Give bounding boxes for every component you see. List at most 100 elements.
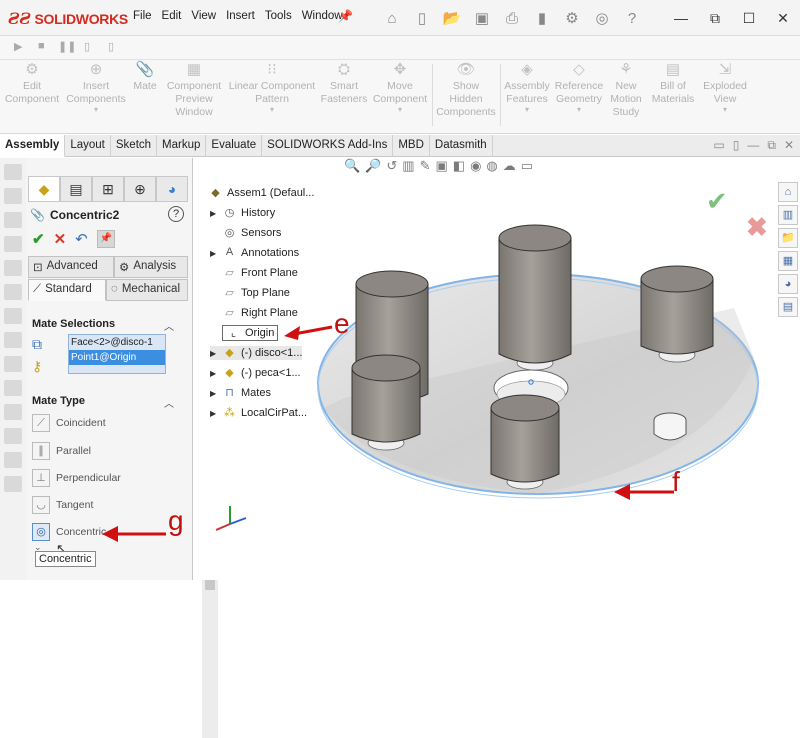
- mate-type-coincident[interactable]: ⟋ Coincident: [32, 414, 106, 432]
- menu-edit[interactable]: Edit: [157, 10, 187, 22]
- help-icon[interactable]: ?: [620, 6, 644, 30]
- tool-icon[interactable]: [4, 212, 22, 228]
- dropdown-arrow-icon[interactable]: ▾: [698, 106, 752, 114]
- ok-button[interactable]: ✔: [32, 230, 45, 248]
- new-macro-icon[interactable]: ▯: [84, 40, 90, 53]
- tab-evaluate[interactable]: Evaluate: [206, 135, 263, 157]
- edit-component-button[interactable]: ⚙ Edit Component: [2, 62, 62, 132]
- rebuild-icon[interactable]: ▮: [530, 6, 554, 30]
- dropdown-arrow-icon[interactable]: ▾: [370, 106, 430, 114]
- component-preview-button[interactable]: ▦ Component Preview Window: [162, 62, 226, 132]
- tab-mbd[interactable]: MBD: [393, 135, 430, 157]
- tool-icon[interactable]: [4, 428, 22, 444]
- new-document-icon[interactable]: ▯: [410, 6, 434, 30]
- mate-selections-header[interactable]: Mate Selections: [32, 318, 115, 330]
- view-orientation-icon[interactable]: ▣: [435, 158, 447, 174]
- expand-arrow-icon[interactable]: ▶: [210, 209, 218, 218]
- pause-macro-icon[interactable]: ❚❚: [58, 40, 76, 53]
- restore-icon[interactable]: ⧉: [698, 0, 732, 36]
- cylinder-front-center[interactable]: [490, 394, 560, 490]
- tool-icon[interactable]: [4, 236, 22, 252]
- viewport-maximize-icon[interactable]: ⧉: [767, 138, 776, 153]
- maximize-icon[interactable]: ☐: [732, 0, 766, 36]
- play-macro-icon[interactable]: ▶: [14, 40, 22, 53]
- collapse-icon[interactable]: ︿: [164, 395, 174, 410]
- mate-type-perpendicular[interactable]: ⊥ Perpendicular: [32, 469, 121, 487]
- solidworks-resources-icon[interactable]: ⌂: [778, 182, 798, 202]
- expand-arrow-icon[interactable]: ▶: [210, 249, 218, 258]
- smart-fasteners-button[interactable]: ⛭ Smart Fasteners: [318, 62, 370, 132]
- tile-icon[interactable]: ▭: [713, 138, 724, 153]
- tab-layout[interactable]: Layout: [65, 135, 111, 157]
- motion-study-button[interactable]: ⚘ New Motion Study: [606, 62, 646, 132]
- tab-addins[interactable]: SOLIDWORKS Add-Ins: [262, 135, 394, 157]
- zoom-to-area-icon[interactable]: 🔎: [365, 158, 381, 174]
- tool-icon[interactable]: [4, 476, 22, 492]
- pushpin-button[interactable]: 📌: [96, 230, 115, 248]
- previous-view-icon[interactable]: ↺: [386, 158, 397, 174]
- collapse-icon[interactable]: ︿: [164, 318, 174, 333]
- reference-geometry-button[interactable]: ◇ Reference Geometry ▾: [552, 62, 606, 132]
- appearances-icon[interactable]: ◕: [778, 274, 798, 294]
- tool-icon[interactable]: [4, 452, 22, 468]
- menu-file[interactable]: File: [128, 10, 157, 22]
- tree-item-disco[interactable]: ▶ ◆ (-) disco<1...: [210, 346, 303, 360]
- expand-arrow-icon[interactable]: ▶: [210, 389, 218, 398]
- tab-markup[interactable]: Markup: [157, 135, 207, 157]
- tree-item-top-plane[interactable]: ▱ Top Plane: [210, 286, 290, 300]
- menu-view[interactable]: View: [186, 10, 221, 22]
- assembly-features-button[interactable]: ◈ Assembly Features ▾: [502, 62, 552, 132]
- dropdown-arrow-icon[interactable]: ▾: [64, 106, 128, 114]
- property-manager-tab-icon[interactable]: ▤: [60, 176, 92, 202]
- user-icon[interactable]: ◎: [590, 6, 614, 30]
- options-icon[interactable]: ⚙: [560, 6, 584, 30]
- mate-button[interactable]: 📎 Mate: [130, 62, 160, 132]
- cylinder-front-left[interactable]: [351, 354, 421, 451]
- expand-arrow-icon[interactable]: ▶: [210, 409, 218, 418]
- feature-manager-tab-icon[interactable]: ◆: [28, 176, 60, 202]
- hide-show-items-icon[interactable]: ◉: [470, 158, 481, 174]
- selection-item[interactable]: Face<2>@disco-1: [69, 335, 165, 350]
- tab-standard[interactable]: ⟋ Standard: [28, 279, 106, 301]
- stop-macro-icon[interactable]: ■: [38, 40, 45, 52]
- edit-appearance-icon[interactable]: ◍: [486, 158, 497, 174]
- cancel-button[interactable]: ✕: [54, 230, 67, 248]
- menu-insert[interactable]: Insert: [221, 10, 260, 22]
- mate-type-tangent[interactable]: ◡ Tangent: [32, 496, 93, 514]
- file-explorer-icon[interactable]: 📁: [778, 228, 798, 248]
- tree-root[interactable]: ◆ Assem1 (Defaul...: [208, 186, 314, 200]
- show-hidden-button[interactable]: 👁 Show Hidden Components: [434, 62, 498, 132]
- dropdown-arrow-icon[interactable]: ▾: [226, 106, 318, 114]
- tree-item-peca[interactable]: ▶ ◆ (-) peca<1...: [210, 366, 301, 380]
- linear-pattern-button[interactable]: ⁝⁝ Linear Component Pattern ▾: [226, 62, 318, 132]
- move-component-button[interactable]: ✥ Move Component ▾: [370, 62, 430, 132]
- view-settings-icon[interactable]: ▭: [521, 158, 533, 174]
- insert-components-button[interactable]: ⊕ Insert Components ▾: [64, 62, 128, 132]
- dropdown-arrow-icon[interactable]: ▾: [502, 106, 552, 114]
- tree-item-localcirpattern[interactable]: ▶ ⁂ LocalCirPat...: [210, 406, 307, 420]
- tab-mechanical[interactable]: ◌ Mechanical: [106, 279, 188, 301]
- mate-type-header[interactable]: Mate Type: [32, 395, 85, 407]
- tree-item-right-plane[interactable]: ▱ Right Plane: [210, 306, 298, 320]
- dropdown-arrow-icon[interactable]: ▾: [552, 106, 606, 114]
- cylinder-right[interactable]: [640, 265, 714, 363]
- custom-properties-icon[interactable]: ▤: [778, 297, 798, 317]
- section-view-icon[interactable]: ▥: [402, 158, 414, 174]
- tool-icon[interactable]: [4, 380, 22, 396]
- view-palette-icon[interactable]: ▦: [778, 251, 798, 271]
- home-icon[interactable]: ⌂: [380, 6, 404, 30]
- tool-icon[interactable]: [4, 164, 22, 180]
- cylinder-back[interactable]: [498, 224, 572, 371]
- undo-button[interactable]: ↶: [75, 230, 88, 248]
- menu-tools[interactable]: Tools: [260, 10, 297, 22]
- pin-menu-icon[interactable]: 📌: [338, 9, 353, 23]
- tool-icon[interactable]: [4, 356, 22, 372]
- tool-icon[interactable]: [4, 260, 22, 276]
- dimxpert-tab-icon[interactable]: ⊕: [124, 176, 156, 202]
- expand-arrow-icon[interactable]: ▶: [210, 349, 218, 358]
- tool-icon[interactable]: [4, 332, 22, 348]
- tree-item-origin[interactable]: ⌞ Origin: [222, 325, 279, 341]
- tool-icon[interactable]: [4, 188, 22, 204]
- save-icon[interactable]: ▣: [470, 6, 494, 30]
- apply-scene-icon[interactable]: ☁: [503, 158, 516, 174]
